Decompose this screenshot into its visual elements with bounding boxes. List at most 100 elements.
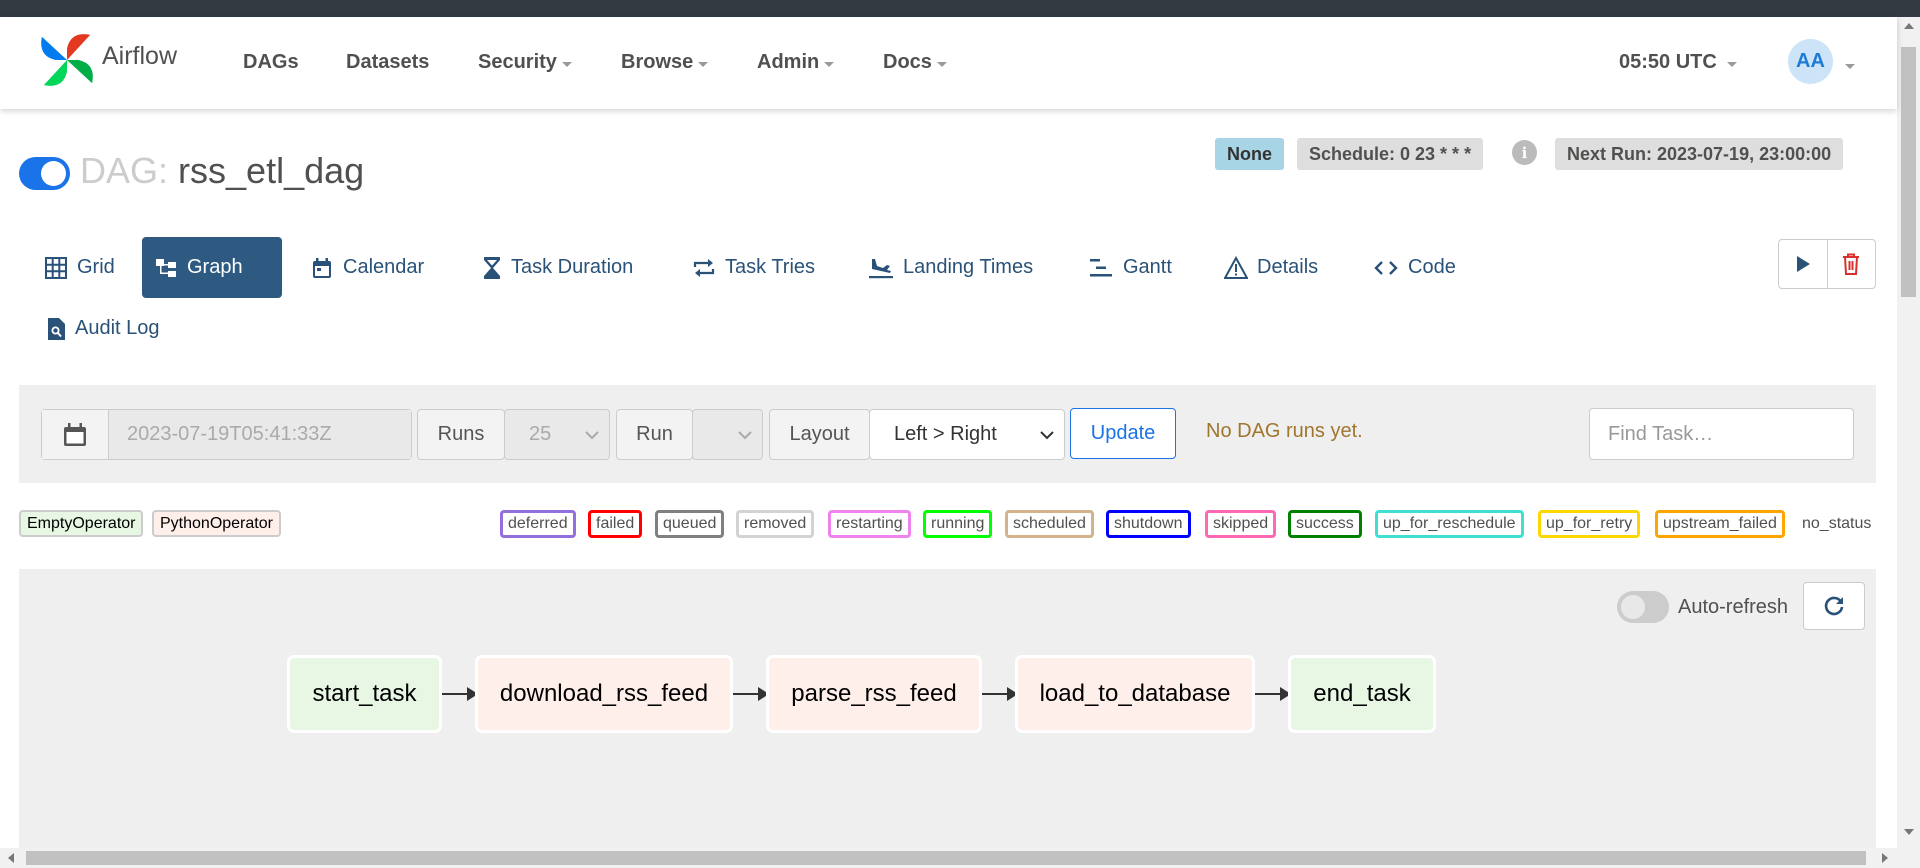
tab-graph-label: Graph <box>187 256 243 278</box>
layout-select[interactable]: Left > Right <box>869 409 1065 460</box>
info-icon[interactable]: i <box>1512 140 1537 165</box>
tab-calendar[interactable]: Calendar <box>298 237 436 298</box>
tab-audit-log[interactable]: Audit Log <box>34 298 172 359</box>
nav-docs[interactable]: Docs <box>883 51 947 74</box>
nav-browse[interactable]: Browse <box>621 51 709 74</box>
tab-grid[interactable]: Grid <box>32 237 127 298</box>
base-date-input[interactable]: 2023-07-19T05:41:33Z <box>109 410 411 459</box>
play-icon <box>1796 256 1810 272</box>
scroll-right-arrow-icon[interactable] <box>1882 853 1888 863</box>
nav-datasets-label: Datasets <box>346 51 430 73</box>
update-button[interactable]: Update <box>1070 408 1176 459</box>
chevron-down-icon <box>738 431 752 440</box>
warning-triangle-icon <box>1224 255 1248 279</box>
run-select[interactable] <box>692 409 763 460</box>
auto-refresh-toggle[interactable]: Auto-refresh <box>1617 591 1788 623</box>
brand-name: Airflow <box>102 41 178 70</box>
dag-title: DAG: rss_etl_dag <box>80 150 364 192</box>
graph-icon <box>156 258 176 277</box>
legend-state-success: success <box>1288 510 1362 538</box>
nav-browse-label: Browse <box>621 51 694 73</box>
vertical-scrollbar[interactable] <box>1897 17 1920 868</box>
legend-state-up-for-reschedule: up_for_reschedule <box>1375 510 1524 538</box>
user-avatar[interactable]: AA <box>1788 39 1833 84</box>
dag-pause-toggle[interactable] <box>19 157 70 190</box>
task-node[interactable]: end_task <box>1288 655 1436 733</box>
tab-grid-label: Grid <box>77 256 115 278</box>
tab-code[interactable]: Code <box>1361 237 1468 298</box>
nav-dags[interactable]: DAGs <box>243 51 299 74</box>
task-node[interactable]: parse_rss_feed <box>766 655 982 733</box>
tab-gantt-label: Gantt <box>1123 256 1172 278</box>
top-navbar: Airflow DAGs Datasets Security Browse Ad… <box>0 17 1897 109</box>
tab-task-duration-label: Task Duration <box>511 256 634 278</box>
caret-down-icon <box>561 62 572 67</box>
dag-title-prefix: DAG: <box>80 150 169 191</box>
nav-datasets[interactable]: Datasets <box>346 51 429 74</box>
tab-graph[interactable]: Graph <box>142 237 282 298</box>
no-runs-message: No DAG runs yet. <box>1206 420 1363 442</box>
plane-landing-icon <box>869 258 893 278</box>
auto-refresh-label: Auto-refresh <box>1678 595 1789 618</box>
find-task-input[interactable]: Find Task… <box>1589 408 1854 460</box>
scroll-left-arrow-icon[interactable] <box>8 853 14 863</box>
tab-details[interactable]: Details <box>1212 237 1330 298</box>
tab-landing-times[interactable]: Landing Times <box>856 237 1045 298</box>
legend-state-restarting: restarting <box>828 510 911 538</box>
scroll-down-arrow-icon[interactable] <box>1904 829 1914 835</box>
task-node[interactable]: download_rss_feed <box>475 655 733 733</box>
legend-operator-empty[interactable]: EmptyOperator <box>19 510 144 537</box>
nav-dags-label: DAGs <box>243 51 299 73</box>
task-node[interactable]: load_to_database <box>1015 655 1255 733</box>
caret-down-icon <box>1726 62 1737 67</box>
legend-state-queued: queued <box>655 510 725 538</box>
hourglass-icon <box>484 256 500 279</box>
calendar-icon <box>313 257 331 278</box>
nav-admin[interactable]: Admin <box>757 51 835 74</box>
task-node[interactable]: start_task <box>287 655 442 733</box>
tab-calendar-label: Calendar <box>343 256 425 278</box>
edge-arrow <box>1255 687 1291 701</box>
tab-gantt[interactable]: Gantt <box>1076 237 1184 298</box>
nav-security[interactable]: Security <box>478 51 572 74</box>
calendar-picker-button[interactable] <box>42 410 109 459</box>
grid-icon <box>45 256 67 279</box>
trash-icon <box>1843 253 1860 275</box>
nav-docs-label: Docs <box>883 51 932 73</box>
runs-label: Runs <box>417 409 505 460</box>
tab-audit-log-label: Audit Log <box>75 317 160 339</box>
refresh-button[interactable] <box>1803 582 1865 630</box>
chevron-down-icon <box>585 431 599 440</box>
horizontal-scrollbar[interactable] <box>0 848 1897 868</box>
dag-name[interactable]: rss_etl_dag <box>178 150 364 191</box>
brand-logo-link[interactable]: Airflow <box>38 31 177 89</box>
delete-dag-button[interactable] <box>1826 240 1875 288</box>
tab-task-tries[interactable]: Task Tries <box>680 237 827 298</box>
horizontal-scroll-thumb[interactable] <box>26 851 1866 865</box>
calendar-icon <box>64 422 86 446</box>
scroll-up-arrow-icon[interactable] <box>1904 23 1914 29</box>
audit-log-icon <box>48 317 65 340</box>
caret-down-icon <box>936 62 947 67</box>
nav-admin-label: Admin <box>757 51 820 73</box>
legend-state-skipped: skipped <box>1205 510 1277 538</box>
legend-state-no-status: no_status <box>1802 515 1872 532</box>
gantt-icon <box>1090 258 1112 276</box>
trigger-dag-button[interactable] <box>1779 240 1827 288</box>
tab-task-tries-label: Task Tries <box>725 256 816 278</box>
layout-label: Layout <box>769 409 870 460</box>
vertical-scroll-thumb[interactable] <box>1901 47 1916 297</box>
nav-security-label: Security <box>478 51 557 73</box>
dataset-badge: None <box>1215 138 1284 170</box>
legend-state-failed: failed <box>588 510 643 538</box>
auto-refresh-switch[interactable] <box>1617 591 1669 623</box>
legend-state-shutdown: shutdown <box>1106 510 1191 538</box>
num-runs-select[interactable]: 25 <box>504 409 610 460</box>
run-label: Run <box>616 409 693 460</box>
legend-operator-python[interactable]: PythonOperator <box>152 510 281 537</box>
timezone-dropdown[interactable]: 05:50 UTC <box>1619 51 1737 74</box>
base-date-group: 2023-07-19T05:41:33Z <box>41 409 412 460</box>
edge-arrow <box>982 687 1018 701</box>
airflow-pinwheel-icon <box>41 34 93 86</box>
tab-task-duration[interactable]: Task Duration <box>470 237 645 298</box>
